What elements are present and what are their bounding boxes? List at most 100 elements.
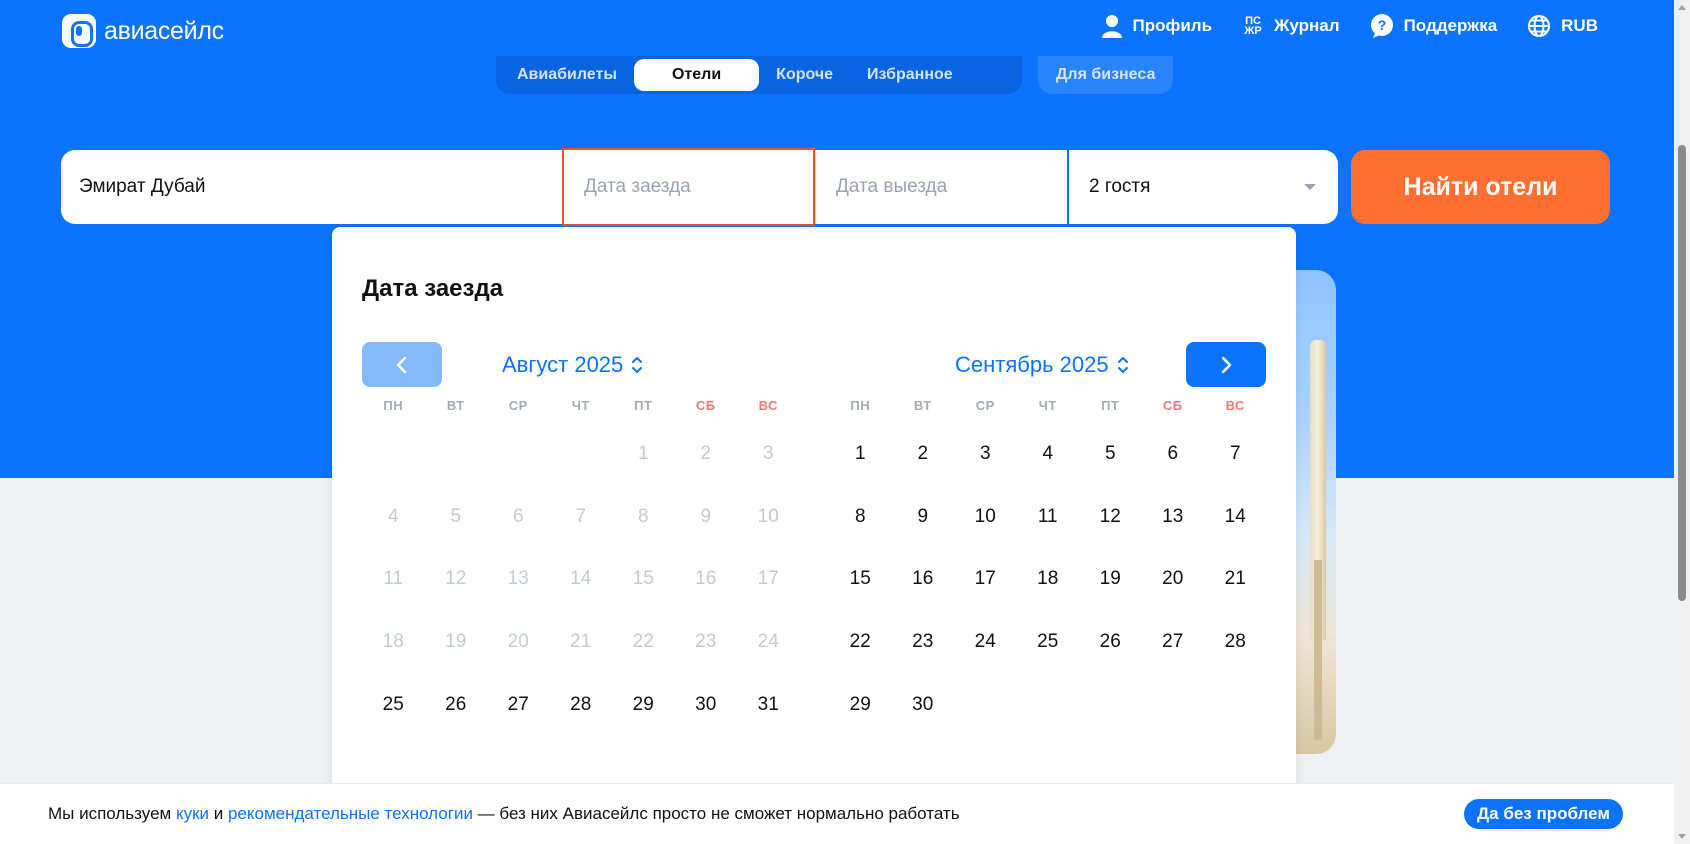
calendar-day[interactable]: 1 [829,423,892,486]
empty-day-cell [425,423,488,486]
disabled-day: 6 [512,505,524,527]
calendar-day[interactable]: 3 [954,423,1017,486]
logo-icon [62,14,96,48]
disabled-day: 11 [383,568,404,590]
calendar-day[interactable]: 5 [1079,423,1142,486]
minaret-illustration [1314,560,1322,740]
calendar-day[interactable]: 29 [829,673,892,736]
calendar-day[interactable]: 28 [550,673,613,736]
logo-text: авиасейлс [104,16,224,45]
calendar-day[interactable]: 29 [612,673,675,736]
chevron-right-icon [1221,356,1232,373]
disabled-day: 9 [700,505,712,527]
disabled-day: 3 [762,443,774,465]
scrollbar-thumb[interactable] [1678,145,1686,601]
calendar-day[interactable]: 26 [1079,611,1142,674]
calendar-day[interactable]: 15 [829,548,892,611]
calendar-day[interactable]: 17 [954,548,1017,611]
calendar-day[interactable]: 31 [737,673,800,736]
calendar-day[interactable]: 30 [675,673,738,736]
disabled-day: 4 [387,505,399,527]
empty-day-cell [487,423,550,486]
calendar-day[interactable]: 13 [1142,486,1205,549]
month-title-label: Сентябрь 2025 [955,352,1109,377]
weekday-label: ЧТ [571,397,590,413]
calendar-day[interactable]: 16 [892,548,955,611]
disabled-day: 16 [695,568,717,590]
nav-support[interactable]: ? Поддержка [1370,14,1498,38]
calendar-day[interactable]: 6 [1142,423,1205,486]
disabled-day: 7 [575,505,587,527]
hotel-search-form: Эмират Дубай Дата заезда Дата выезда 2 г… [61,148,1338,226]
cookie-text-2: и [209,804,228,823]
disabled-day: 8 [637,505,649,527]
cookie-text-3: — без них Авиасейлс просто не сможет нор… [472,804,960,823]
disabled-day: 13 [507,568,529,590]
calendar-day[interactable]: 11 [1017,486,1080,549]
disabled-day: 1 [637,443,649,465]
calendar-day[interactable]: 23 [892,611,955,674]
calendar-day[interactable]: 27 [487,673,550,736]
disabled-day: 12 [445,568,467,590]
nav-journal-label: Журнал [1274,16,1340,35]
page-scrollbar[interactable] [1674,0,1690,844]
weekday-label: ПН [383,397,404,413]
sort-icon [632,357,643,373]
calendar-day[interactable]: 22 [829,611,892,674]
next-month-button[interactable] [1186,342,1266,387]
tab-hotels[interactable]: Отели [633,59,760,91]
guests-select[interactable]: 2 гостя [1067,150,1338,224]
calendar-day[interactable]: 21 [1204,548,1267,611]
calendar-day[interactable]: 25 [1017,611,1080,674]
disabled-day: 5 [450,505,462,527]
calendar-day[interactable]: 18 [1017,548,1080,611]
calendar-day[interactable]: 4 [1017,423,1080,486]
calendar-day[interactable]: 27 [1142,611,1205,674]
nav-profile-label: Профиль [1132,16,1213,35]
find-hotels-button[interactable]: Найти отели [1351,150,1610,224]
person-icon [1102,15,1123,38]
tab-flights[interactable]: Авиабилеты [500,59,634,91]
cookie-accept-button[interactable]: Да без проблем [1464,799,1623,829]
date-picker-popup: Дата заезда Август 2025 Сентябрь 2025 ПН… [332,227,1296,844]
calendar-day[interactable]: 19 [1079,548,1142,611]
nav-currency-label: RUB [1561,16,1598,35]
recommendation-tech-link[interactable]: рекомендательные технологии [228,804,473,824]
nav-journal[interactable]: ПС ЖР Журнал [1242,16,1340,37]
calendar-day[interactable]: 2 [892,423,955,486]
scroll-down-arrow-icon[interactable] [1678,834,1686,839]
empty-day-cell [550,423,613,486]
month-title-label: Август 2025 [502,352,624,377]
tab-short[interactable]: Короче [759,59,850,91]
logo[interactable]: авиасейлс [62,14,224,48]
checkin-date-field[interactable]: Дата заезда [562,148,815,226]
disabled-day: 17 [757,568,779,590]
disabled-day: 15 [632,568,654,590]
calendar-day[interactable]: 30 [892,673,955,736]
calendar-day[interactable]: 14 [1204,486,1267,549]
calendar-day[interactable]: 24 [954,611,1017,674]
tab-favorites[interactable]: Избранное [850,59,970,91]
month-select-august[interactable]: Август 2025 [502,352,643,378]
cookie-link[interactable]: куки [176,804,209,824]
calendar-day[interactable]: 26 [425,673,488,736]
destination-input[interactable]: Эмират Дубай [61,150,562,224]
nav-profile[interactable]: Профиль [1102,14,1212,38]
disabled-day: 24 [757,631,779,653]
calendar-day[interactable]: 10 [954,486,1017,549]
nav-currency[interactable]: RUB [1527,14,1598,38]
calendar-day[interactable]: 28 [1204,611,1267,674]
calendar-day[interactable]: 7 [1204,423,1267,486]
checkout-date-field[interactable]: Дата выезда [815,150,1067,224]
calendar-day[interactable]: 9 [892,486,955,549]
tab-business[interactable]: Для бизнеса [1038,56,1174,94]
month-select-september[interactable]: Сентябрь 2025 [955,352,1129,378]
disabled-day: 10 [757,505,779,527]
calendar-day[interactable]: 25 [362,673,425,736]
calendar-day[interactable]: 8 [829,486,892,549]
calendar-day[interactable]: 20 [1142,548,1205,611]
scroll-up-arrow-icon[interactable] [1678,5,1686,10]
calendar-day[interactable]: 12 [1079,486,1142,549]
prev-month-button[interactable] [362,342,442,387]
nav-support-label: Поддержка [1403,16,1498,35]
